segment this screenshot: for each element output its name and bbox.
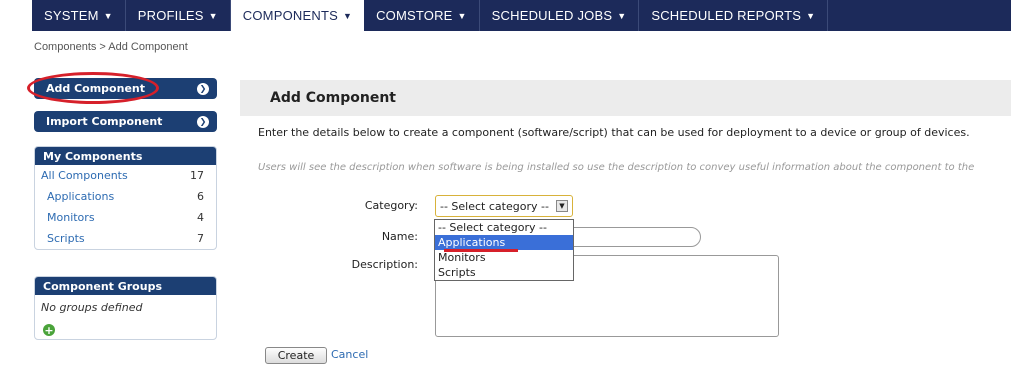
chevron-down-icon[interactable]: ▼ [556,200,568,212]
option-scripts[interactable]: Scripts [435,265,573,280]
caret-down-icon: ▼ [342,10,353,21]
caret-down-icon: ▼ [457,10,467,21]
panel-title: Component Groups [35,277,216,295]
nav-comstore[interactable]: COMSTORE ▼ [364,0,480,31]
nav-profiles[interactable]: PROFILES ▼ [126,0,231,31]
count: 6 [197,190,204,203]
import-component-label: Import Component [46,115,163,128]
highlight-ellipse [27,72,159,104]
panel-title: My Components [35,147,216,165]
option-select-category[interactable]: -- Select category -- [435,220,573,235]
arrow-right-icon: ❯ [197,115,209,128]
nav-label: SYSTEM [44,8,99,23]
nav-scheduled-jobs[interactable]: SCHEDULED JOBS ▼ [480,0,640,31]
caret-down-icon: ▼ [617,10,627,21]
nav-label: SCHEDULED REPORTS [651,8,802,23]
count: 4 [197,211,204,224]
nav-components[interactable]: COMPONENTS ▼ [230,0,365,31]
list-item: Scripts 7 [35,228,216,249]
all-components-link[interactable]: All Components [41,169,128,182]
intro-text: Enter the details below to create a comp… [258,126,970,139]
category-label: Category: [364,199,418,212]
category-value: -- Select category -- [440,199,549,213]
applications-link[interactable]: Applications [47,190,114,203]
list-item: Monitors 4 [35,207,216,228]
nav-label: SCHEDULED JOBS [491,8,613,23]
breadcrumb: Components > Add Component [34,41,188,53]
nav-label: COMSTORE [376,8,453,23]
component-groups-panel: Component Groups No groups defined + [34,276,217,340]
option-monitors[interactable]: Monitors [435,250,573,265]
name-label: Name: [381,230,418,243]
create-button[interactable]: Create [265,347,327,364]
caret-down-icon: ▼ [806,10,816,21]
caret-down-icon: ▼ [208,10,218,21]
description-label: Description: [351,258,418,271]
list-item: Applications 6 [35,186,216,207]
scripts-link[interactable]: Scripts [47,232,85,245]
count: 7 [197,232,204,245]
cancel-link[interactable]: Cancel [331,348,368,361]
category-select[interactable]: -- Select category -- ▼ [435,195,573,217]
count: 17 [190,169,204,182]
import-component-button[interactable]: Import Component ❯ [34,111,217,132]
page-title: Add Component [240,80,1011,116]
nav-label: PROFILES [137,8,204,23]
caret-down-icon: ▼ [103,10,113,21]
top-nav: SYSTEM ▼ PROFILES ▼ COMPONENTS ▼ COMSTOR… [32,0,1011,31]
list-item: All Components 17 [35,165,216,186]
nav-label: COMPONENTS [242,8,338,23]
nav-system[interactable]: SYSTEM ▼ [32,0,126,31]
monitors-link[interactable]: Monitors [47,211,95,224]
annotation-underline [444,249,518,252]
hint-text: Users will see the description when soft… [258,162,975,173]
option-applications[interactable]: Applications [435,235,573,250]
my-components-panel: My Components All Components 17 Applicat… [34,146,217,250]
empty-note: No groups defined [41,301,143,314]
nav-scheduled-reports[interactable]: SCHEDULED REPORTS ▼ [639,0,829,31]
add-group-icon[interactable]: + [43,324,55,336]
arrow-right-icon: ❯ [197,82,209,95]
